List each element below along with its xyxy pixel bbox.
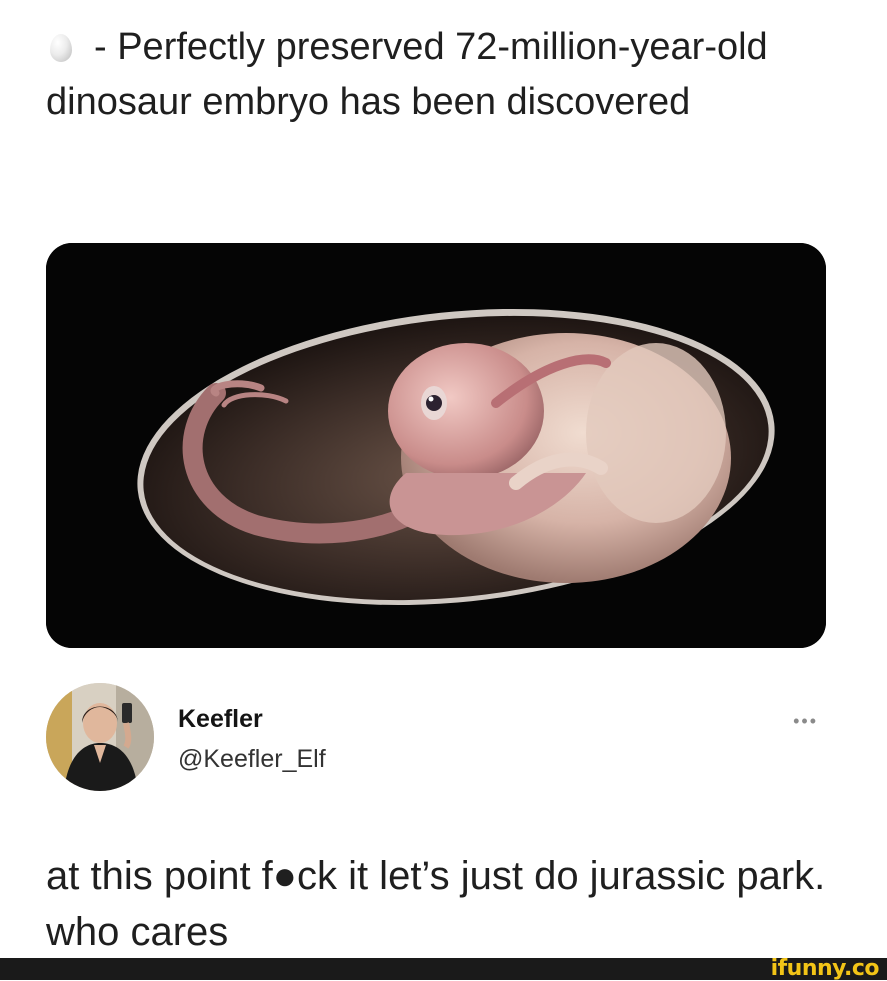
post-headline: - Perfectly preserved 72-million-year-ol… xyxy=(46,20,846,130)
headline-text: - Perfectly preserved 72-million-year-ol… xyxy=(46,26,768,123)
watermark: ifunny.co xyxy=(770,956,880,981)
embryo-image[interactable] xyxy=(46,243,826,648)
tweet-text: at this point f●ck it let’s just do jura… xyxy=(46,854,826,954)
ellipsis-icon[interactable]: ••• xyxy=(793,711,818,732)
embryo-illustration xyxy=(46,243,826,648)
avatar-photo xyxy=(46,683,154,791)
footer-bar: ifunny.co xyxy=(0,958,887,980)
display-name[interactable]: Keefler xyxy=(178,705,263,734)
tweet-author[interactable]: Keefler @Keefler_Elf ••• xyxy=(46,683,836,795)
user-handle[interactable]: @Keefler_Elf xyxy=(178,745,326,774)
avatar[interactable] xyxy=(46,683,154,791)
egg-icon xyxy=(50,34,72,62)
